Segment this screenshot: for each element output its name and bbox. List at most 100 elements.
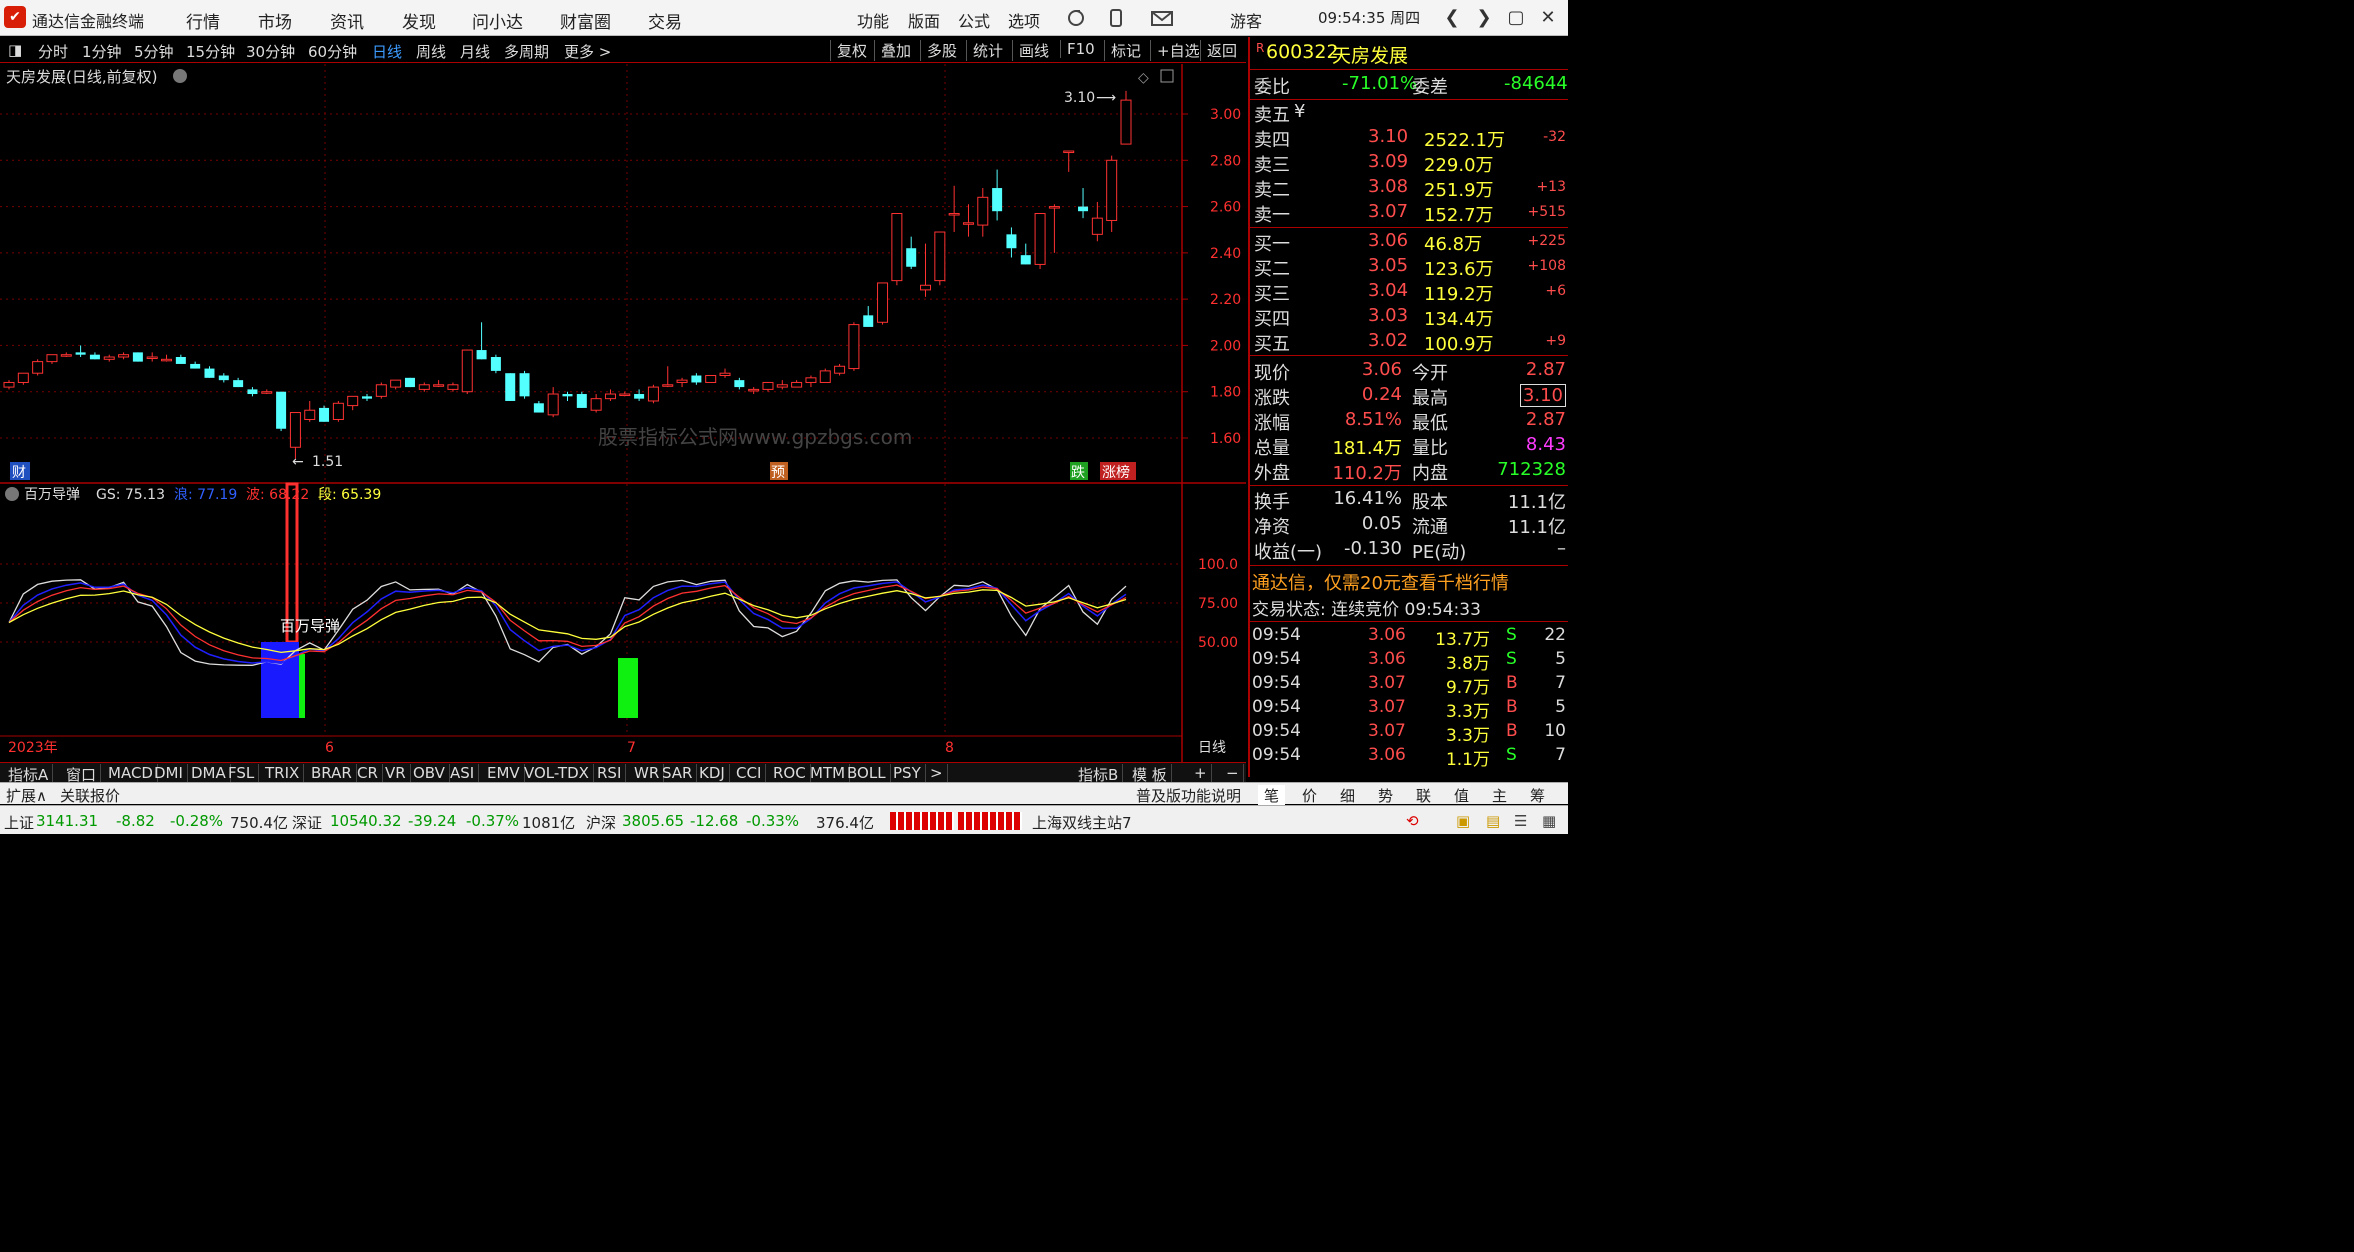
menu-options[interactable]: 选项 (1008, 8, 1040, 32)
tip-button[interactable]: 普及版功能说明 (1136, 785, 1241, 806)
expand-button[interactable]: 扩展∧ (6, 785, 47, 806)
btn-draw[interactable]: 画线 (1012, 40, 1049, 61)
candle-body[interactable] (619, 393, 631, 397)
candle-body[interactable] (948, 213, 960, 216)
candle-body[interactable] (662, 384, 674, 387)
candle-body[interactable] (562, 394, 573, 397)
candle-body[interactable] (75, 352, 86, 355)
indicator-tab[interactable]: > (926, 764, 948, 782)
menu-trade[interactable]: 交易 (648, 8, 682, 33)
candle-body[interactable] (547, 393, 559, 416)
candle-body[interactable] (433, 384, 445, 387)
menu-news[interactable]: 资讯 (330, 8, 364, 33)
btn-add-favorite[interactable]: +自选 (1150, 40, 1200, 61)
mail-icon[interactable] (1150, 8, 1174, 28)
period-60min[interactable]: 60分钟 (308, 41, 357, 62)
menu-function[interactable]: 功能 (857, 8, 889, 32)
candle-body[interactable] (992, 188, 1003, 212)
candle-body[interactable] (604, 393, 616, 400)
detail-tab[interactable]: 主 (1486, 785, 1513, 806)
btn-f10[interactable]: F10 (1060, 40, 1095, 58)
candle-body[interactable] (103, 356, 115, 360)
chart-window-icon[interactable] (1160, 69, 1174, 83)
candle-body[interactable] (748, 388, 760, 392)
market-breadth-bar-2[interactable] (958, 812, 1022, 830)
candle-body[interactable] (89, 354, 100, 360)
candle-body[interactable] (863, 315, 874, 327)
candle-body[interactable] (891, 213, 903, 282)
ask-row[interactable]: 卖四 3.10 2522.1万 -32 (1250, 126, 1568, 151)
candle-body[interactable] (977, 196, 989, 226)
candle-body[interactable] (490, 357, 501, 371)
tick-row[interactable]: 09:54 3.06 1.1万 S 7 (1250, 745, 1568, 770)
candle-body[interactable] (1034, 213, 1046, 265)
period-fenshi[interactable]: 分时 (38, 41, 68, 62)
period-daily[interactable]: 日线 (372, 41, 402, 62)
panel-toggle-icon[interactable]: ◨ (8, 41, 22, 59)
candle-body[interactable] (276, 391, 287, 429)
btn-fuquan[interactable]: 复权 (830, 40, 867, 61)
candle-body[interactable] (719, 372, 731, 377)
candle-body[interactable] (319, 407, 330, 422)
indicator-tab[interactable]: CR (353, 764, 383, 782)
menu-market[interactable]: 市场 (258, 8, 292, 33)
menu-quotes[interactable]: 行情 (186, 8, 220, 33)
indicator-tab[interactable]: OBV (409, 764, 450, 782)
btn-mark[interactable]: 标记 (1104, 40, 1141, 61)
server-name[interactable]: 上海双线主站7 (1032, 812, 1132, 833)
back-arrow-icon[interactable]: ❮ (1438, 4, 1466, 32)
user-name[interactable]: 游客 (1230, 8, 1262, 32)
candle-body[interactable] (1006, 234, 1017, 249)
candle-body[interactable] (390, 379, 402, 388)
indicator-tab[interactable]: TRIX (261, 764, 305, 782)
indicator-tab[interactable]: PSY (889, 764, 926, 782)
indicator-tab[interactable]: BRAR (307, 764, 357, 782)
indicator-tab[interactable]: FSL (224, 764, 260, 782)
candle-body[interactable] (347, 395, 359, 407)
detail-tab[interactable]: 价 (1296, 785, 1323, 806)
candle-body[interactable] (762, 381, 774, 390)
candle-body[interactable] (175, 357, 186, 364)
candle-body[interactable] (46, 354, 58, 363)
candle-body[interactable] (1106, 159, 1118, 221)
bid-row[interactable]: 买三 3.04 119.2万 +6 (1250, 280, 1568, 305)
candle-body[interactable] (519, 373, 530, 397)
ad-icon[interactable]: ▤ (1486, 812, 1500, 830)
chart-icon[interactable]: ▦ (1542, 812, 1556, 830)
indicator-tab[interactable]: VR (381, 764, 411, 782)
candle-body[interactable] (1020, 255, 1031, 265)
candle-body[interactable] (705, 375, 717, 383)
close-icon[interactable]: ✕ (1534, 4, 1562, 32)
candle-body[interactable] (289, 412, 301, 448)
tick-row[interactable]: 09:54 3.07 3.3万 B 5 (1250, 697, 1568, 722)
candle-body[interactable] (1063, 150, 1075, 154)
ask-row[interactable]: 卖一 3.07 152.7万 +515 (1250, 201, 1568, 226)
tick-row[interactable]: 09:54 3.07 9.7万 B 7 (1250, 673, 1568, 698)
indicator-tab-right[interactable]: + (1190, 764, 1212, 782)
period-30min[interactable]: 30分钟 (246, 41, 295, 62)
candle-body[interactable] (17, 372, 29, 383)
candle-body[interactable] (805, 377, 817, 383)
candle-body[interactable] (877, 282, 889, 323)
indicator-menu-icon[interactable] (5, 487, 19, 501)
indicator-tab-right[interactable]: − (1222, 764, 1244, 782)
candle-body[interactable] (332, 402, 344, 420)
candle-body[interactable] (247, 389, 258, 395)
maximize-icon[interactable]: ▢ (1502, 4, 1530, 32)
candle-body[interactable] (819, 370, 831, 383)
candle-body[interactable] (533, 403, 544, 413)
candle-body[interactable] (676, 379, 688, 383)
menu-wealth[interactable]: 财富圈 (560, 8, 611, 33)
indicator-tab[interactable]: SAR (658, 764, 698, 782)
candle-body[interactable] (447, 384, 459, 390)
candle-body[interactable] (60, 354, 72, 357)
phone-icon[interactable] (1106, 8, 1126, 28)
candle-body[interactable] (848, 324, 860, 370)
candle-body[interactable] (590, 398, 602, 411)
indicator-tab[interactable]: BOLL (843, 764, 891, 782)
candle-body[interactable] (691, 375, 702, 383)
menu-wenxiaoda[interactable]: 问小达 (472, 8, 523, 33)
lock-icon[interactable]: ▣ (1456, 812, 1470, 830)
candle-body[interactable] (576, 394, 587, 408)
candle-body[interactable] (920, 284, 932, 291)
